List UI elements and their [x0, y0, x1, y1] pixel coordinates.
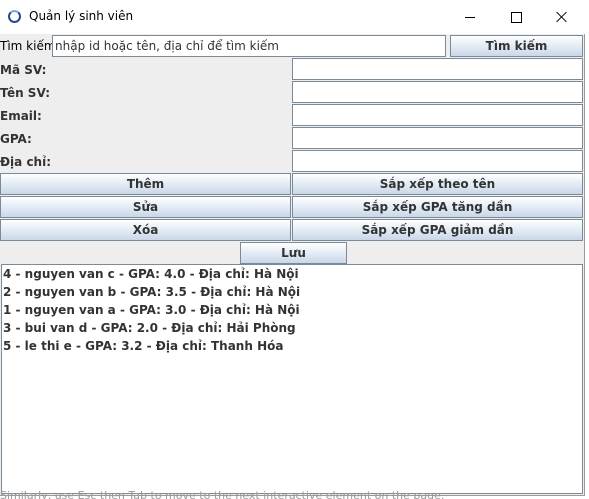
- student-name-field[interactable]: [292, 81, 583, 103]
- gpa-field[interactable]: [292, 127, 583, 149]
- sort-gpa-desc-button[interactable]: Sắp xếp GPA giảm dần: [292, 219, 583, 241]
- student-id-field[interactable]: [292, 58, 583, 80]
- sort-by-name-button[interactable]: Sắp xếp theo tên: [292, 173, 583, 195]
- minimize-button[interactable]: [447, 0, 493, 34]
- search-label: Tìm kiếm:: [0, 39, 60, 53]
- title-bar[interactable]: Quản lý sinh viên: [0, 0, 585, 34]
- address-field[interactable]: [292, 150, 583, 172]
- edit-button[interactable]: Sửa: [0, 196, 291, 218]
- list-item[interactable]: 2 - nguyen van b - GPA: 3.5 - Địa chỉ: H…: [2, 283, 582, 301]
- delete-button[interactable]: Xóa: [0, 219, 291, 241]
- address-label: Địa chỉ:: [0, 155, 52, 169]
- search-input[interactable]: nhập id hoặc tên, địa chỉ để tìm kiếm: [52, 35, 446, 57]
- student-name-label: Tên SV:: [0, 86, 50, 100]
- save-button[interactable]: Lưu: [240, 242, 347, 264]
- student-list[interactable]: 4 - nguyen van c - GPA: 4.0 - Địa chỉ: H…: [1, 264, 583, 494]
- student-id-label: Mã SV:: [0, 63, 47, 77]
- search-button[interactable]: Tìm kiếm: [450, 35, 583, 57]
- list-item[interactable]: 4 - nguyen van c - GPA: 4.0 - Địa chỉ: H…: [2, 265, 582, 283]
- close-icon: [556, 11, 568, 23]
- email-field[interactable]: [292, 104, 583, 126]
- maximize-button[interactable]: [493, 0, 539, 34]
- email-label: Email:: [0, 109, 42, 123]
- close-button[interactable]: [539, 0, 585, 34]
- gpa-label: GPA:: [0, 132, 32, 146]
- list-item[interactable]: 3 - bui van d - GPA: 2.0 - Địa chỉ: Hải …: [2, 319, 582, 337]
- list-item[interactable]: 5 - le thi e - GPA: 3.2 - Địa chỉ: Thanh…: [2, 337, 582, 355]
- main-window: Quản lý sinh viên Tìm kiếm: nhập id hoặc…: [0, 0, 585, 496]
- sort-gpa-asc-button[interactable]: Sắp xếp GPA tăng dần: [292, 196, 583, 218]
- background-page-text: Similarly, use Esc then Tab to move to t…: [0, 489, 445, 499]
- minimize-icon: [465, 16, 475, 18]
- java-app-icon: [8, 10, 21, 23]
- window-title: Quản lý sinh viên: [29, 9, 134, 23]
- add-button[interactable]: Thêm: [0, 173, 291, 195]
- maximize-icon: [510, 11, 522, 23]
- list-item[interactable]: 1 - nguyen van a - GPA: 3.0 - Địa chỉ: H…: [2, 301, 582, 319]
